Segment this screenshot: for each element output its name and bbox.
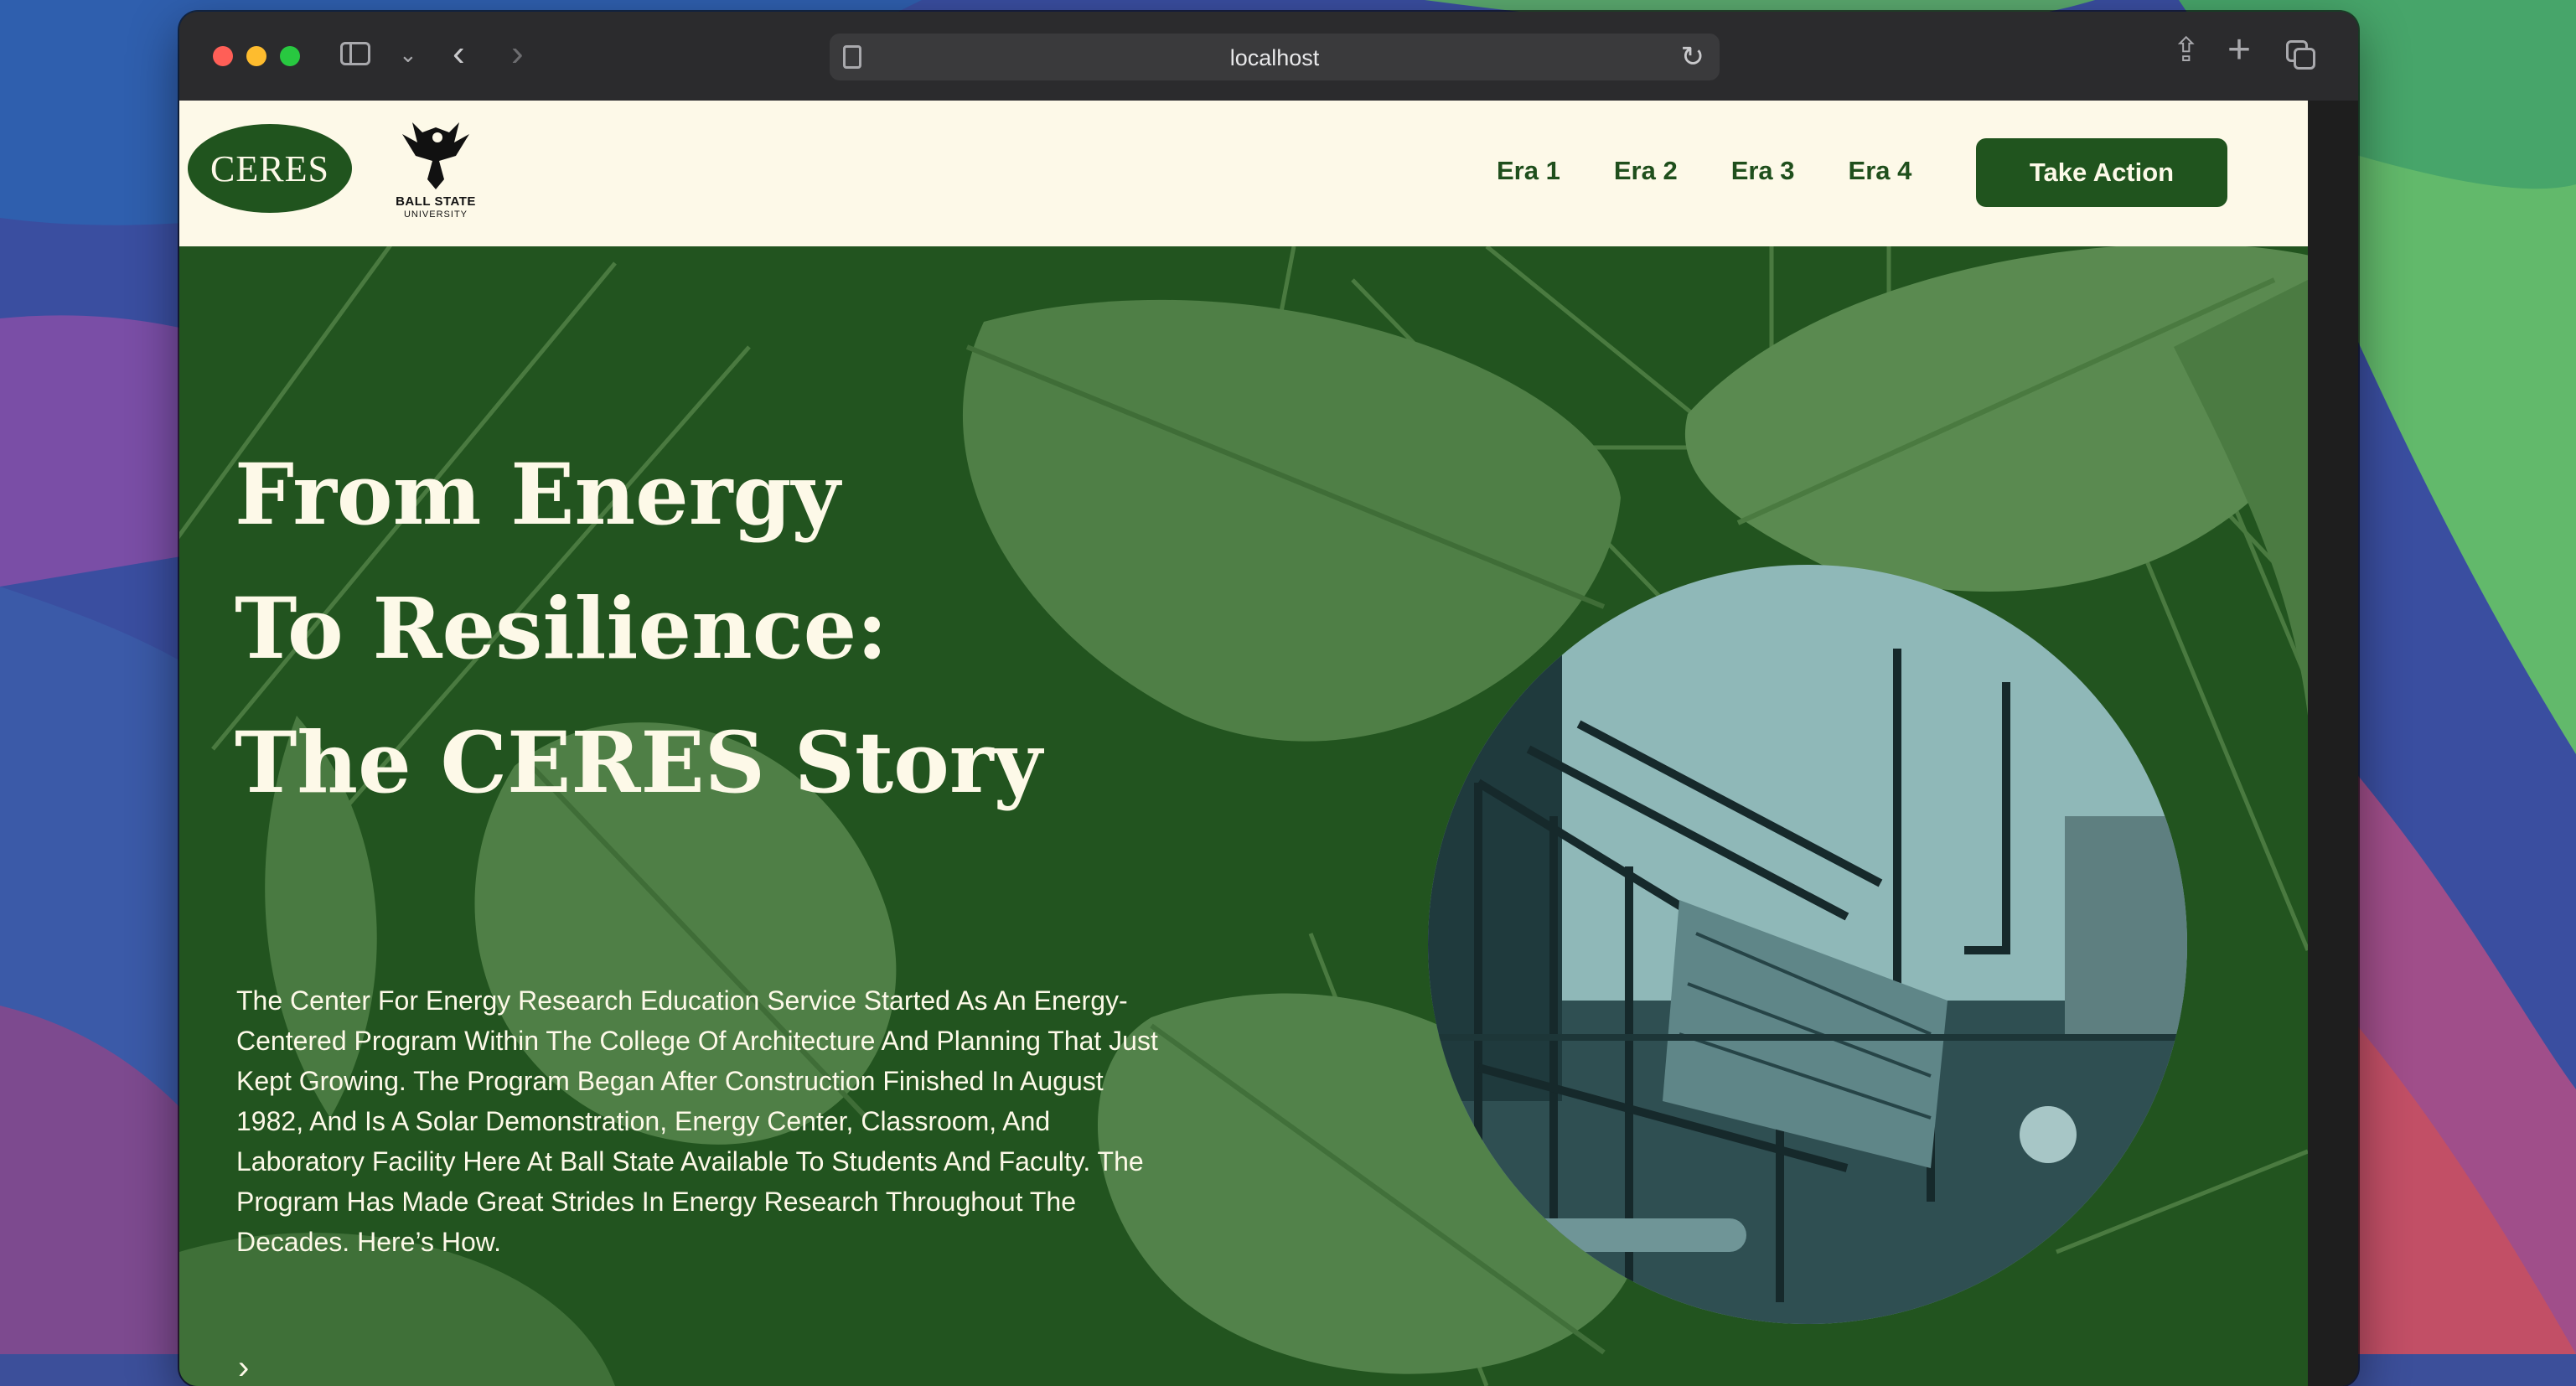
browser-window: ⌄ ‹ › localhost ↻ ⇪ + CERES BALL STATE U… [179,12,2358,1386]
url-text: localhost [1229,45,1320,70]
ceres-logo-text: CERES [210,147,329,189]
hero-description: The Center For Energy Research Education… [236,985,1158,1257]
nav-era-2[interactable]: Era 2 [1614,156,1678,186]
site-header: CERES BALL STATE UNIVERSITY Era 1 Era 2 … [179,101,2308,246]
back-icon[interactable]: ‹ [453,35,465,72]
era-navigation: Era 1 Era 2 Era 3 Era 4 [1497,156,1965,186]
page-scrollbar[interactable] [2308,101,2358,1386]
forward-icon[interactable]: › [511,35,524,72]
nav-era-4[interactable]: Era 4 [1849,156,1912,186]
minimize-window-button[interactable] [246,46,266,66]
historic-solar-facility-photo [1428,565,2187,1324]
sidebar-icon[interactable] [340,42,370,65]
ball-state-logo[interactable]: BALL STATE UNIVERSITY [389,117,483,226]
new-tab-icon[interactable]: + [2227,30,2251,70]
ball-state-subtitle: UNIVERSITY [403,209,468,220]
address-bar[interactable]: localhost ↻ [830,34,1720,80]
nav-era-3[interactable]: Era 3 [1731,156,1795,186]
hero-title-line-2: To Resilience: [235,579,888,678]
zoom-window-button[interactable] [280,46,300,66]
browser-toolbar: ⌄ ‹ › localhost ↻ ⇪ + [179,12,2358,102]
chevron-down-icon[interactable]: ⌄ [399,44,417,65]
take-action-button[interactable]: Take Action [1976,138,2227,207]
scroll-down-icon[interactable]: › [238,1349,249,1386]
share-icon[interactable]: ⇪ [2172,34,2201,67]
cardinal-icon [402,122,469,189]
nav-era-1[interactable]: Era 1 [1497,156,1560,186]
close-window-button[interactable] [213,46,233,66]
reload-icon[interactable]: ↻ [1681,40,1705,74]
ceres-logo[interactable]: CERES [188,124,352,213]
hero-title: From Energy To Resilience: The CERES Sto… [235,427,1156,830]
ball-state-name: BALL STATE [396,194,476,209]
hero-title-line-3: The CERES Story [235,713,1042,812]
hero-title-line-1: From Energy [235,445,841,544]
hero-section: From Energy To Resilience: The CERES Sto… [179,246,2308,1386]
page-viewport: CERES BALL STATE UNIVERSITY Era 1 Era 2 … [179,101,2308,1386]
tab-overview-icon[interactable] [2286,40,2316,70]
